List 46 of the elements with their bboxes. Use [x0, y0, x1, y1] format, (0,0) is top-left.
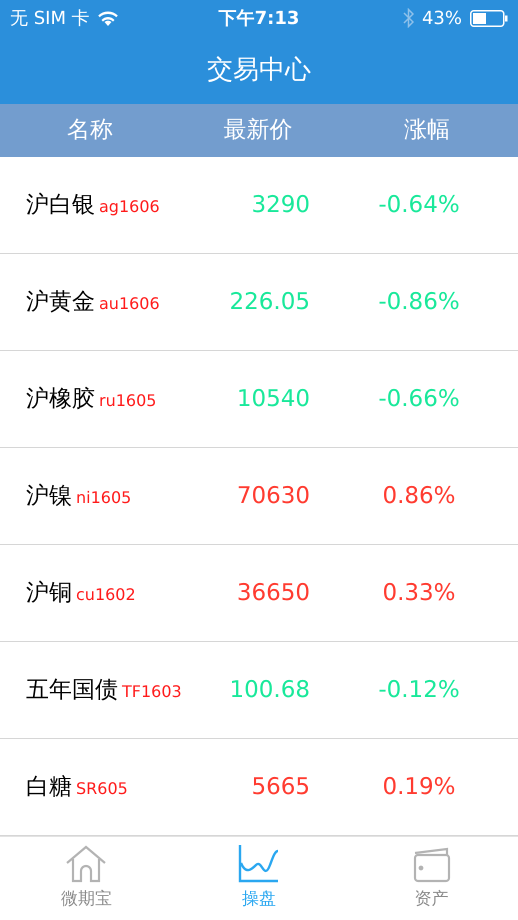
bluetooth-icon	[402, 8, 414, 28]
quote-row[interactable]: 沪橡胶 ru1605 10540 -0.66%	[0, 351, 518, 448]
latest-price: 70630	[236, 482, 310, 511]
change-percent: 0.19%	[382, 772, 456, 802]
contract-name: 沪白银	[26, 190, 95, 220]
clock-text: 下午7:13	[218, 6, 300, 30]
contract-code: cu1602	[76, 584, 136, 606]
page-title: 交易中心	[207, 54, 311, 86]
contract-code: ag1606	[99, 196, 160, 218]
battery-text: 43%	[422, 6, 462, 30]
latest-price: 100.68	[230, 676, 310, 705]
home-icon	[65, 844, 108, 883]
contract-code: ru1605	[99, 390, 156, 412]
change-percent: -0.64%	[378, 190, 460, 220]
contract-code: ni1605	[76, 486, 132, 509]
change-percent: -0.86%	[378, 288, 460, 317]
contract-name: 五年国债	[26, 676, 118, 705]
quote-row[interactable]: 沪黄金 au1606 226.05 -0.86%	[0, 254, 518, 351]
contract-code: au1606	[99, 292, 160, 315]
line-chart-icon	[238, 844, 280, 883]
quote-row[interactable]: 沪铜 cu1602 36650 0.33%	[0, 545, 518, 642]
latest-price: 5665	[251, 772, 310, 802]
quote-row[interactable]: 沪白银 ag1606 3290 -0.64%	[0, 157, 518, 254]
latest-price: 3290	[251, 190, 310, 220]
carrier-text: 无 SIM 卡	[10, 6, 90, 30]
contract-code: TF1603	[122, 680, 182, 703]
contract-name: 沪黄金	[26, 288, 95, 317]
change-percent: 0.33%	[382, 578, 456, 608]
battery-icon	[470, 10, 508, 26]
column-header: 涨幅	[404, 116, 450, 146]
latest-price: 36650	[236, 578, 310, 608]
change-percent: -0.12%	[378, 676, 460, 705]
change-percent: -0.66%	[378, 384, 460, 414]
quote-row[interactable]: 沪镍 ni1605 70630 0.86%	[0, 448, 518, 545]
contract-name: 白糖	[26, 772, 72, 802]
contract-name: 沪铜	[26, 578, 72, 608]
quote-row[interactable]: 五年国债 TF1603 100.68 -0.12%	[0, 642, 518, 739]
contract-name: 沪镍	[26, 482, 72, 511]
wifi-icon	[98, 10, 118, 26]
contract-code: SR605	[76, 778, 128, 800]
contract-name: 沪橡胶	[26, 384, 95, 414]
column-header: 最新价	[224, 116, 292, 146]
change-percent: 0.86%	[382, 482, 456, 511]
column-header: 名称	[67, 116, 113, 146]
latest-price: 10540	[236, 384, 310, 414]
latest-price: 226.05	[230, 288, 310, 317]
